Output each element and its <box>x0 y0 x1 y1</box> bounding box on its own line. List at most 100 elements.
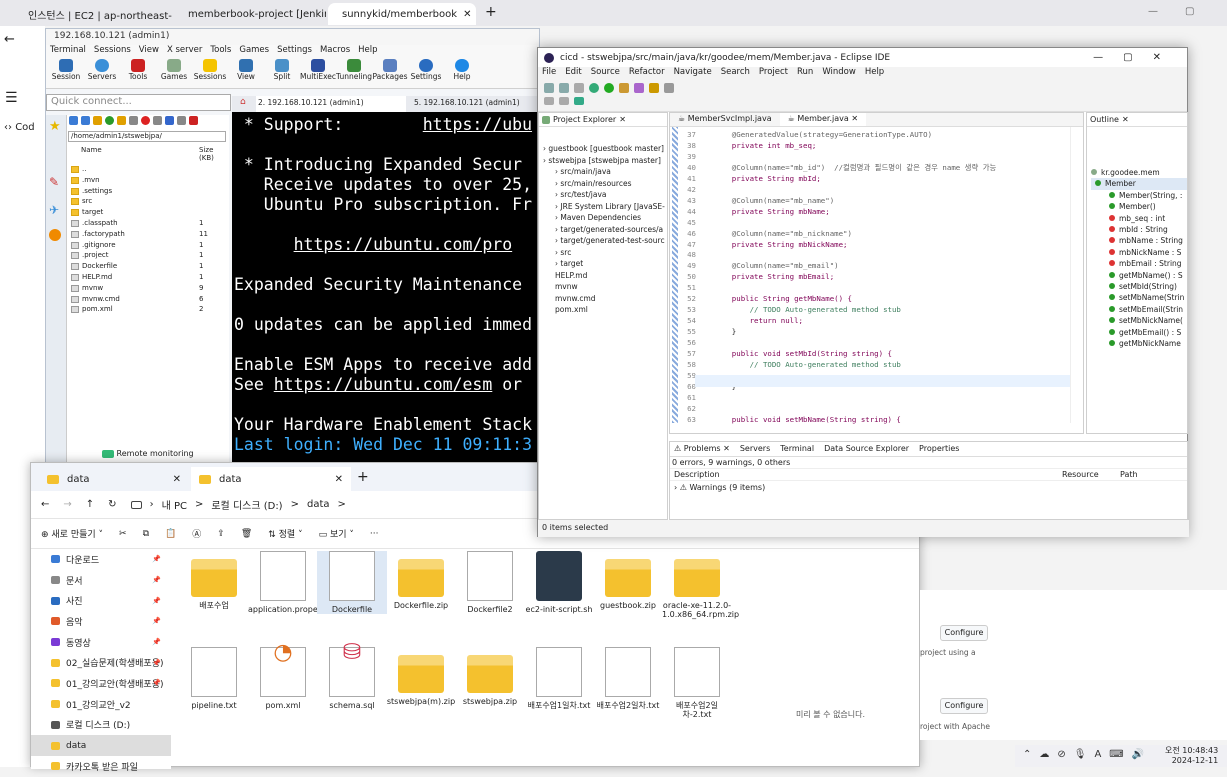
file-row[interactable]: .classpath 1 <box>71 218 229 229</box>
file-row[interactable]: .settings <box>71 186 229 197</box>
outline-item[interactable]: setMbNickName( <box>1091 315 1187 326</box>
home-icon[interactable]: ⌂ <box>240 97 246 107</box>
toolbar-view[interactable]: View <box>228 58 264 88</box>
file-item[interactable]: guestbook.zip <box>593 551 663 610</box>
external-tools-icon[interactable] <box>619 83 629 93</box>
delete-icon[interactable] <box>141 116 150 125</box>
explorer-tab-1[interactable]: data ✕ <box>39 467 189 491</box>
star-icon[interactable]: ★ <box>49 119 61 134</box>
nav-item[interactable]: 음악 📌 <box>31 611 171 632</box>
nav-item[interactable]: 01_강의교안(학생배포용) 📌 <box>31 673 171 694</box>
file-item[interactable]: ◔ pom.xml <box>248 642 318 710</box>
new-icon[interactable] <box>544 83 554 93</box>
file-item[interactable]: ⛁ schema.sql <box>317 642 387 710</box>
save-icon[interactable] <box>559 83 569 93</box>
tree-item[interactable]: mvnw <box>539 281 667 293</box>
file-item[interactable]: 배포수업 <box>179 551 249 610</box>
tree-item[interactable]: pom.xml <box>539 304 667 316</box>
nav-item[interactable]: 로컬 디스크 (D:) <box>31 715 171 736</box>
warnings-row[interactable]: › ⚠ Warnings (9 items) <box>670 481 1187 494</box>
tree-item[interactable]: › Maven Dependencies <box>539 212 667 224</box>
outline-item[interactable]: getMbNickName <box>1091 338 1187 349</box>
terminal-link[interactable]: https://ubuntu.com/esm <box>274 375 493 394</box>
perspective-icon[interactable] <box>574 97 584 105</box>
breadcrumb[interactable]: › 내 PC > 로컬 디스크 (D:) > data > <box>130 497 346 512</box>
outline-item[interactable]: Member(String, : <box>1091 190 1187 201</box>
editor-tab-member[interactable]: ☕ Member.java ✕ <box>779 113 867 126</box>
quick-connect-input[interactable]: Quick connect... <box>46 94 231 111</box>
file-row[interactable]: target <box>71 207 229 218</box>
browser-tab-ec2[interactable]: 인스턴스 | EC2 | ap-northeast- <box>14 3 172 25</box>
new-folder-icon[interactable] <box>117 116 126 125</box>
remote-monitoring-toggle[interactable]: Remote monitoring <box>102 449 194 458</box>
sort-button[interactable]: ⇅ 정렬 ˅ <box>268 527 302 540</box>
outline-item[interactable]: getMbName() : S <box>1091 270 1187 281</box>
file-row[interactable]: Dockerfile 1 <box>71 261 229 272</box>
tray-icons[interactable]: ⌃☁⊘🎙A⌨🔊 <box>1023 749 1152 760</box>
menu-navigate[interactable]: Navigate <box>674 67 712 80</box>
file-row[interactable]: .. <box>71 164 229 175</box>
file-item[interactable]: Dockerfile2 <box>455 551 525 614</box>
outline-tab[interactable]: Outline ✕ <box>1087 113 1187 127</box>
more-button[interactable]: ··· <box>370 529 379 539</box>
terminal-output[interactable]: * Support: https://ubu * Introducing Exp… <box>232 112 542 469</box>
share-icon[interactable]: ⇪ <box>217 529 225 539</box>
tab-properties[interactable]: Properties <box>919 444 959 454</box>
new-tab-button[interactable]: + <box>357 469 369 485</box>
run-icon[interactable] <box>604 83 614 93</box>
close-icon[interactable]: ✕ <box>619 115 626 124</box>
menu-macros[interactable]: Macros <box>320 45 350 59</box>
toolbar-session[interactable]: Session <box>48 58 84 88</box>
file-row[interactable]: .mvn <box>71 175 229 186</box>
tab-terminal[interactable]: Terminal <box>780 444 814 454</box>
clock[interactable]: 오전 10:48:43 2024-12-11 <box>1165 746 1218 766</box>
outline-item[interactable]: kr.goodee.mem <box>1091 167 1187 178</box>
menu-sessions[interactable]: Sessions <box>94 45 131 59</box>
menu-tools[interactable]: Tools <box>210 45 231 59</box>
toolbar-packages[interactable]: Packages <box>372 58 408 88</box>
tools-icon[interactable]: ✎ <box>49 175 59 189</box>
editor-tab-membersvcimpl[interactable]: ☕ MemberSvcImpl.java <box>670 113 780 126</box>
file-row[interactable]: mvnw.cmd 6 <box>71 294 229 305</box>
tree-item[interactable]: › guestbook [guestbook master] <box>539 143 667 155</box>
menu-xserver[interactable]: X server <box>167 45 202 59</box>
pin-icon[interactable]: 📌 <box>152 576 161 584</box>
terminal-link[interactable]: https://ubu <box>423 115 532 134</box>
tree-item[interactable]: › target/generated-test-sourc <box>539 235 667 247</box>
debug-icon[interactable] <box>589 83 599 93</box>
toolbar-settings[interactable]: Settings <box>408 58 444 88</box>
file-item[interactable]: oracle-xe-11.2.0-1.0.x86_64.rpm.zip <box>662 551 739 619</box>
file-item[interactable]: 배포수업2일차-2.txt <box>662 647 732 719</box>
outline-item[interactable]: mbEmail : String <box>1091 258 1187 269</box>
browser-tab-jenkins[interactable]: memberbook-project [Jenkins] <box>174 3 326 25</box>
up-icon[interactable]: ↑ <box>86 499 94 510</box>
nav-item[interactable]: 02_실습문제(학생배포용) 📌 <box>31 652 171 673</box>
info-icon[interactable] <box>165 116 174 125</box>
search-icon[interactable] <box>664 83 674 93</box>
new-file-icon[interactable] <box>129 116 138 125</box>
file-item[interactable]: Dockerfile.zip <box>386 551 456 610</box>
file-row[interactable]: mvnw 9 <box>71 283 229 294</box>
nav-item[interactable]: 문서 📌 <box>31 570 171 591</box>
project-explorer-tab[interactable]: Project Explorer ✕ <box>539 113 667 127</box>
column-name[interactable]: Name <box>81 146 199 162</box>
tree-item[interactable]: › src/test/java <box>539 189 667 201</box>
rename-icon[interactable]: Ⓐ <box>192 527 201 540</box>
menu-games[interactable]: Games <box>239 45 269 59</box>
terminal-tab-5[interactable]: 5. 192.168.10.121 (admin1) <box>412 96 542 112</box>
file-item[interactable]: stswebjpa.zip <box>455 647 525 706</box>
breadcrumb-drive[interactable]: 로컬 디스크 (D:) <box>211 497 282 512</box>
menu-settings[interactable]: Settings <box>277 45 312 59</box>
nav-item[interactable]: 동영상 📌 <box>31 632 171 653</box>
pin-icon[interactable]: 📌 <box>152 659 161 667</box>
print-icon[interactable] <box>574 83 584 93</box>
column-description[interactable]: Description <box>674 470 1062 479</box>
pin-icon[interactable]: 📌 <box>152 555 161 563</box>
tab-servers[interactable]: Servers <box>740 444 770 454</box>
download-icon[interactable] <box>69 116 78 125</box>
paste-icon[interactable]: 📋 <box>165 529 176 539</box>
rename-icon[interactable] <box>153 116 162 125</box>
cut-icon[interactable]: ✂ <box>119 529 127 539</box>
outline-item[interactable]: setMbEmail(Strin <box>1091 304 1187 315</box>
breadcrumb-data[interactable]: data <box>307 499 330 510</box>
